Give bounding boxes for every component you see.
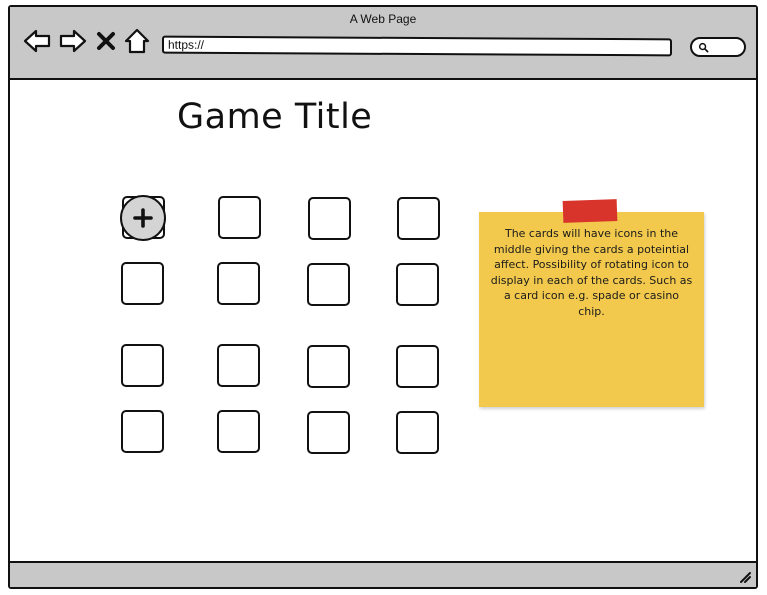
card[interactable]: [217, 344, 260, 387]
card[interactable]: [307, 345, 350, 388]
card[interactable]: [121, 344, 164, 387]
url-field[interactable]: https://: [162, 35, 672, 57]
card[interactable]: [396, 263, 439, 306]
card[interactable]: [218, 196, 261, 239]
card[interactable]: [307, 411, 350, 454]
close-icon[interactable]: [94, 27, 118, 55]
card[interactable]: [217, 410, 260, 453]
search-icon: [698, 42, 709, 53]
window-title: A Web Page: [349, 12, 417, 26]
browser-window: A Web Page https:// Game Title The cards…: [8, 5, 758, 589]
card[interactable]: [396, 345, 439, 388]
card[interactable]: [308, 197, 351, 240]
page-title: Game Title: [177, 97, 373, 137]
card[interactable]: [121, 410, 164, 453]
forward-icon[interactable]: [58, 27, 88, 55]
back-icon[interactable]: [22, 27, 52, 55]
search-field[interactable]: [690, 37, 746, 57]
sticky-note-tape: [562, 199, 618, 223]
browser-chrome: A Web Page https://: [10, 7, 756, 80]
sticky-note: The cards will have icons in the middle …: [479, 212, 704, 407]
status-bar: [10, 561, 756, 587]
add-card-button[interactable]: [120, 195, 166, 241]
card[interactable]: [217, 262, 260, 305]
sticky-note-text: The cards will have icons in the middle …: [490, 227, 693, 318]
home-icon[interactable]: [122, 27, 152, 55]
card[interactable]: [396, 411, 439, 454]
plus-icon: [133, 208, 153, 228]
resize-handle-icon[interactable]: [738, 570, 752, 584]
card[interactable]: [307, 263, 350, 306]
card[interactable]: [397, 197, 440, 240]
card[interactable]: [121, 262, 164, 305]
